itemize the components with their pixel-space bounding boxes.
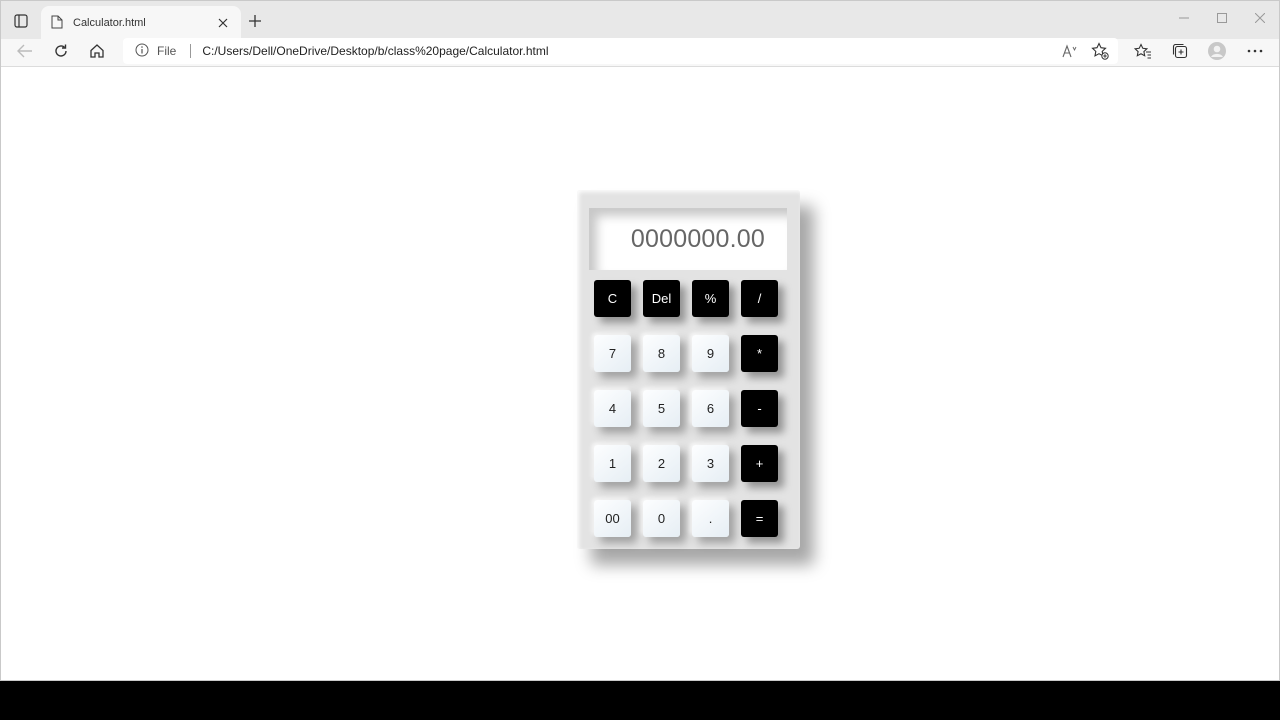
digit-3-button[interactable]: 3 — [692, 445, 729, 482]
star-plus-icon[interactable] — [1090, 41, 1110, 61]
window-controls — [1165, 1, 1279, 35]
close-tab-icon[interactable] — [215, 15, 231, 31]
scheme-label: File — [157, 44, 177, 58]
digit-7-button[interactable]: 7 — [594, 335, 631, 372]
digit-9-button[interactable]: 9 — [692, 335, 729, 372]
percent-button[interactable]: % — [692, 280, 729, 317]
delete-button[interactable]: Del — [643, 280, 680, 317]
digit-8-button[interactable]: 8 — [643, 335, 680, 372]
page-icon — [51, 15, 65, 31]
back-arrow-icon[interactable] — [11, 39, 39, 63]
digit-2-button[interactable]: 2 — [643, 445, 680, 482]
divide-button[interactable]: / — [741, 280, 778, 317]
tab-actions-icon[interactable] — [9, 9, 33, 33]
more-icon[interactable] — [1241, 39, 1269, 63]
display-value: 0000000.00 — [630, 224, 765, 253]
subtract-button[interactable]: - — [741, 390, 778, 427]
page-content: 0000000.00 C Del%/7 8 9 * 4 5 6-1 2 3 +00 0. = — [1, 68, 1279, 680]
close-window-icon[interactable] — [1241, 1, 1279, 35]
tab-title: Calculator.html — [73, 16, 146, 29]
browser-toolbar: File C:/Users/Dell/OneDrive/Desktop/b/cl… — [1, 38, 1279, 67]
tab-strip: Calculator.html — [1, 1, 1279, 39]
collections-icon[interactable] — [1166, 39, 1194, 63]
address-separator — [190, 44, 192, 58]
double-zero-button[interactable]: 00 — [594, 500, 631, 537]
favorites-icon[interactable] — [1129, 39, 1157, 63]
plus-icon[interactable] — [245, 11, 265, 31]
digit-0-button[interactable]: 0 — [643, 500, 680, 537]
digit-5-button[interactable]: 5 — [643, 390, 680, 427]
address-bar-actions — [1060, 38, 1110, 64]
clear-button[interactable]: C — [594, 280, 631, 317]
info-icon[interactable] — [135, 43, 151, 59]
url-text[interactable]: C:/Users/Dell/OneDrive/Desktop/b/class%2… — [202, 44, 548, 58]
browser-window: Calculator.html File C:/Users/Dell/OneDr… — [0, 0, 1280, 681]
equals-button[interactable]: = — [741, 500, 778, 537]
decimal-button[interactable]: . — [692, 500, 729, 537]
digit-1-button[interactable]: 1 — [594, 445, 631, 482]
maximize-icon[interactable] — [1203, 1, 1241, 35]
add-button[interactable]: + — [741, 445, 778, 482]
home-icon[interactable] — [83, 39, 111, 63]
calculator: 0000000.00 C Del%/7 8 9 * 4 5 6-1 2 3 +00 0. = — [577, 190, 800, 549]
digit-4-button[interactable]: 4 — [594, 390, 631, 427]
profile-icon[interactable] — [1203, 39, 1231, 63]
taskbar-area — [0, 681, 1280, 720]
browser-tab[interactable]: Calculator.html — [41, 6, 241, 39]
minimize-icon[interactable] — [1165, 1, 1203, 35]
refresh-icon[interactable] — [47, 39, 75, 63]
digit-6-button[interactable]: 6 — [692, 390, 729, 427]
multiply-button[interactable]: * — [741, 335, 778, 372]
address-bar[interactable]: File C:/Users/Dell/OneDrive/Desktop/b/cl… — [123, 38, 1118, 64]
calculator-display: 0000000.00 — [589, 208, 787, 270]
read-aloud-icon[interactable] — [1060, 41, 1080, 61]
